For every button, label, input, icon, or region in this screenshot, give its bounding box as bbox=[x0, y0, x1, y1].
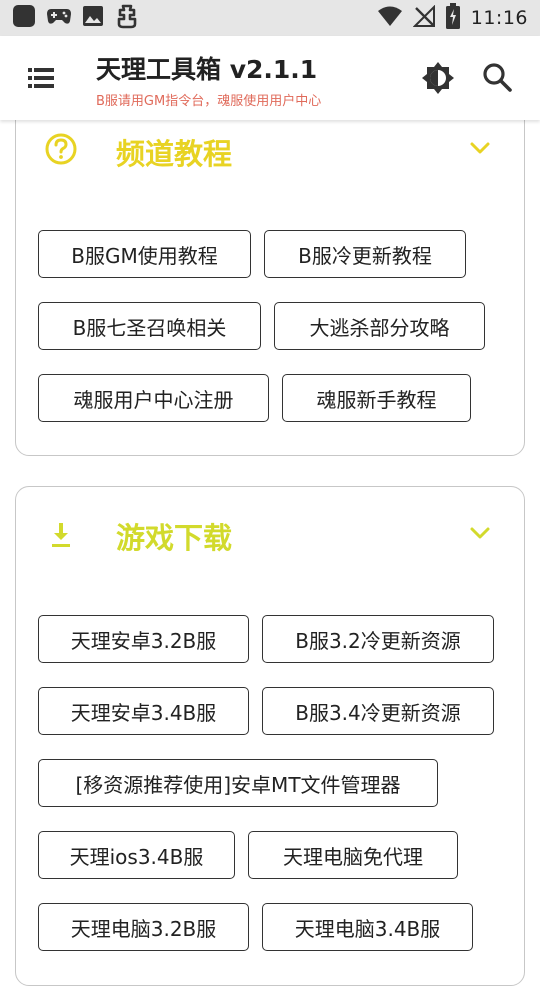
download-button-pc-3-4[interactable]: 天理电脑3.4B服 bbox=[262, 903, 473, 951]
tutorial-button-user-center-register[interactable]: 魂服用户中心注册 bbox=[38, 374, 269, 422]
no-signal-icon bbox=[412, 4, 435, 31]
battery-icon bbox=[445, 3, 461, 33]
download-button-pc-3-2[interactable]: 天理电脑3.2B服 bbox=[38, 903, 249, 951]
wifi-icon bbox=[377, 5, 403, 31]
bug-icon bbox=[114, 3, 140, 33]
tutorial-button-gm[interactable]: B服GM使用教程 bbox=[38, 230, 251, 278]
tutorial-button-beginner[interactable]: 魂服新手教程 bbox=[282, 374, 471, 422]
tutorial-section-title: 频道教程 bbox=[116, 137, 233, 171]
download-section-header[interactable]: 游戏下载 bbox=[16, 509, 524, 559]
status-time: 11:16 bbox=[470, 7, 528, 29]
download-button-pc-no-proxy[interactable]: 天理电脑免代理 bbox=[248, 831, 458, 879]
menu-button[interactable] bbox=[28, 66, 54, 90]
tutorial-button-tcg[interactable]: B服七圣召唤相关 bbox=[38, 302, 261, 350]
image-icon bbox=[82, 5, 104, 31]
brightness-icon bbox=[422, 62, 454, 94]
app-subtitle: B服请用GM指令台，魂服使用用户中心 bbox=[96, 94, 322, 109]
menu-icon bbox=[28, 68, 54, 88]
gamepad-icon bbox=[46, 5, 72, 31]
chevron-down-icon[interactable] bbox=[468, 136, 492, 160]
download-button-android-3-2[interactable]: 天理安卓3.2B服 bbox=[38, 615, 249, 663]
search-icon bbox=[483, 63, 512, 92]
chevron-down-icon[interactable] bbox=[468, 521, 492, 545]
app-bar: 天理工具箱 v2.1.1 B服请用GM指令台，魂服使用用户中心 bbox=[0, 36, 540, 120]
download-icon bbox=[44, 517, 78, 551]
download-button-cold-update-3-4[interactable]: B服3.4冷更新资源 bbox=[262, 687, 494, 735]
search-button[interactable] bbox=[482, 62, 514, 94]
download-button-mt-manager[interactable]: [移资源推荐使用]安卓MT文件管理器 bbox=[38, 759, 438, 807]
theme-toggle-button[interactable] bbox=[420, 60, 456, 96]
download-button-ios-3-4[interactable]: 天理ios3.4B服 bbox=[38, 831, 235, 879]
app-square-icon bbox=[12, 4, 36, 32]
download-section-title: 游戏下载 bbox=[116, 521, 233, 555]
download-section-card: 游戏下载 天理安卓3.2B服 B服3.2冷更新资源 天理安卓3.4B服 B服3.… bbox=[15, 486, 525, 986]
tutorial-button-battle-royale[interactable]: 大逃杀部分攻略 bbox=[274, 302, 485, 350]
tutorial-section-card: 频道教程 B服GM使用教程 B服冷更新教程 B服七圣召唤相关 大逃杀部分攻略 魂… bbox=[15, 90, 525, 456]
status-bar: 11:16 bbox=[0, 0, 540, 36]
download-button-cold-update-3-2[interactable]: B服3.2冷更新资源 bbox=[262, 615, 494, 663]
help-circle-icon bbox=[44, 132, 78, 166]
download-button-android-3-4[interactable]: 天理安卓3.4B服 bbox=[38, 687, 249, 735]
tutorial-button-cold-update[interactable]: B服冷更新教程 bbox=[264, 230, 466, 278]
tutorial-section-header[interactable]: 频道教程 bbox=[16, 123, 524, 173]
app-title: 天理工具箱 v2.1.1 bbox=[96, 55, 318, 84]
